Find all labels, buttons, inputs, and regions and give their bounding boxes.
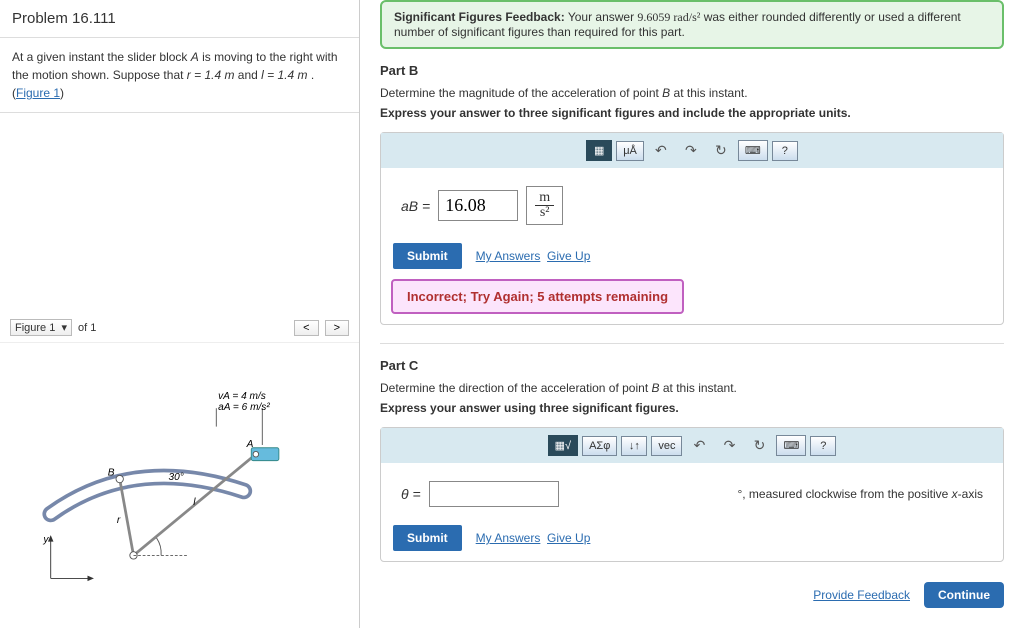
- svg-text:vA = 4 m/s: vA = 4 m/s: [218, 391, 266, 402]
- svg-text:x: x: [77, 581, 84, 583]
- part-c-give-up-link[interactable]: Give Up: [547, 531, 590, 545]
- templates-button[interactable]: ▦√: [548, 435, 578, 456]
- part-b-title: Part B: [380, 63, 1004, 78]
- part-b-incorrect-msg: Incorrect; Try Again; 5 attempts remaini…: [391, 279, 684, 314]
- figure-prev-button[interactable]: <: [294, 320, 318, 336]
- problem-description: At a given instant the slider block A is…: [0, 38, 359, 113]
- help-button[interactable]: ?: [772, 141, 798, 161]
- templates-button[interactable]: ▦: [586, 140, 612, 161]
- problem-header: Problem 16.111: [0, 0, 359, 38]
- part-c-note: °, measured clockwise from the positive …: [737, 487, 983, 501]
- svg-text:30°: 30°: [168, 472, 183, 483]
- redo-button[interactable]: ↷: [678, 139, 704, 162]
- figure-bar: Figure 1 ▾ of 1 < >: [0, 313, 359, 343]
- theta-value-input[interactable]: [429, 481, 559, 507]
- part-b-subinstr: Express your answer to three significant…: [380, 106, 1004, 120]
- theta-label: θ =: [401, 486, 421, 502]
- provide-feedback-link[interactable]: Provide Feedback: [813, 588, 910, 602]
- part-b-toolbar: ▦ μÅ ↶ ↷ ↻ ⌨ ?: [381, 133, 1003, 168]
- svg-text:r: r: [117, 515, 121, 526]
- svg-text:aA = 6 m/s²: aA = 6 m/s²: [218, 402, 270, 413]
- part-c-title: Part C: [380, 358, 1004, 373]
- svg-text:B: B: [108, 467, 115, 478]
- part-b-submit-row: Submit My Answers Give Up: [381, 243, 1003, 279]
- part-c-answer-row: θ = °, measured clockwise from the posit…: [381, 463, 1003, 525]
- continue-button[interactable]: Continue: [924, 582, 1004, 608]
- svg-text:A: A: [246, 439, 254, 450]
- figure-next-button[interactable]: >: [325, 320, 349, 336]
- figure-area: vA = 4 m/s aA = 6 m/s² 30° B A l r y x: [0, 343, 359, 593]
- vec-button[interactable]: vec: [651, 436, 682, 456]
- figure-link[interactable]: Figure 1: [16, 86, 60, 100]
- units-button[interactable]: μÅ: [616, 141, 644, 161]
- problem-title: Problem 16.111: [12, 10, 347, 27]
- aB-unit-box[interactable]: m s²: [526, 186, 563, 225]
- part-c-instruction: Determine the direction of the accelerat…: [380, 381, 1004, 395]
- part-c-submit-row: Submit My Answers Give Up: [381, 525, 1003, 561]
- updown-button[interactable]: ↓↑: [621, 436, 647, 456]
- part-c-subinstr: Express your answer using three signific…: [380, 401, 1004, 415]
- keyboard-button[interactable]: ⌨: [776, 435, 806, 456]
- part-c-submit-button[interactable]: Submit: [393, 525, 462, 551]
- left-panel: Problem 16.111 At a given instant the sl…: [0, 0, 360, 628]
- part-b-answer-row: aB = m s²: [381, 168, 1003, 243]
- aB-value-input[interactable]: [438, 190, 518, 221]
- figure-diagram: vA = 4 m/s aA = 6 m/s² 30° B A l r y x: [10, 353, 349, 583]
- part-b-answer-box: ▦ μÅ ↶ ↷ ↻ ⌨ ? aB = m s² Submit My Answe…: [380, 132, 1004, 325]
- reset-button[interactable]: ↻: [708, 139, 734, 162]
- svg-text:y: y: [42, 535, 49, 546]
- bottom-row: Provide Feedback Continue: [380, 582, 1004, 608]
- greek-button[interactable]: ΑΣφ: [582, 436, 617, 456]
- part-b: Part B Determine the magnitude of the ac…: [380, 63, 1004, 325]
- redo-button[interactable]: ↷: [716, 434, 742, 457]
- figure-select[interactable]: Figure 1 ▾: [10, 319, 72, 336]
- part-b-give-up-link[interactable]: Give Up: [547, 249, 590, 263]
- help-button[interactable]: ?: [810, 436, 836, 456]
- part-c-toolbar: ▦√ ΑΣφ ↓↑ vec ↶ ↷ ↻ ⌨ ?: [381, 428, 1003, 463]
- part-b-submit-button[interactable]: Submit: [393, 243, 462, 269]
- aB-label: aB =: [401, 198, 430, 214]
- right-panel: Significant Figures Feedback: Your answe…: [360, 0, 1024, 628]
- part-c-answer-box: ▦√ ΑΣφ ↓↑ vec ↶ ↷ ↻ ⌨ ? θ = °, measured …: [380, 427, 1004, 562]
- keyboard-button[interactable]: ⌨: [738, 140, 768, 161]
- sig-figs-feedback: Significant Figures Feedback: Your answe…: [380, 0, 1004, 49]
- part-b-instruction: Determine the magnitude of the accelerat…: [380, 86, 1004, 100]
- undo-button[interactable]: ↶: [648, 139, 674, 162]
- part-b-my-answers-link[interactable]: My Answers: [476, 249, 541, 263]
- part-c-my-answers-link[interactable]: My Answers: [476, 531, 541, 545]
- undo-button[interactable]: ↶: [686, 434, 712, 457]
- reset-button[interactable]: ↻: [746, 434, 772, 457]
- part-c: Part C Determine the direction of the ac…: [380, 358, 1004, 562]
